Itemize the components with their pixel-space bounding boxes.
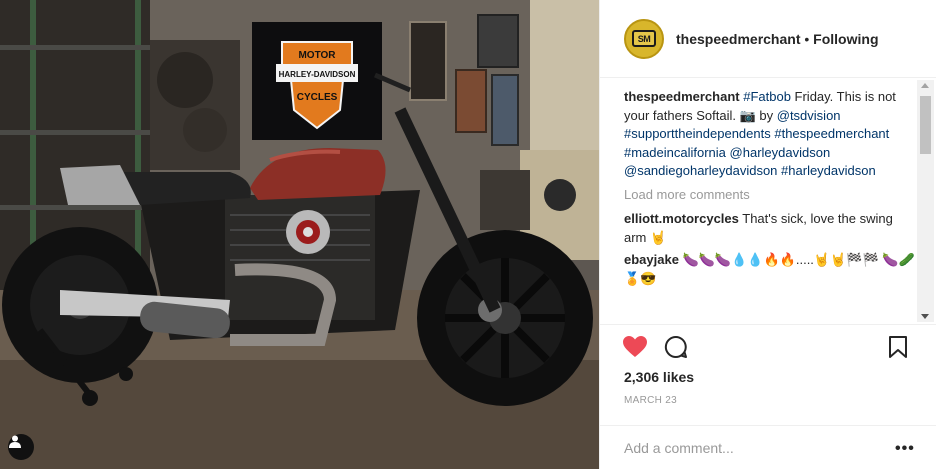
banner-text-bottom: CYCLES — [297, 92, 338, 103]
scroll-up-arrow-icon[interactable] — [921, 83, 929, 88]
caption-username[interactable]: thespeedmerchant — [624, 89, 740, 104]
banner-text-top: MOTOR — [298, 50, 336, 61]
mention-tsdvision[interactable]: @tsdvision — [777, 108, 841, 123]
post-actions: 2,306 likes MARCH 23 ••• — [600, 324, 936, 469]
add-comment-bar: ••• — [600, 425, 936, 469]
scroll-thumb[interactable] — [920, 96, 931, 154]
header-separator: • — [800, 30, 814, 47]
post-date: MARCH 23 — [624, 395, 677, 406]
comment-username[interactable]: ebayjake — [624, 252, 679, 267]
hashtag-supporttheindependents[interactable]: #supporttheindependents — [624, 126, 771, 141]
post-header: SM thespeedmerchant • Following — [600, 0, 936, 78]
load-more-comments[interactable]: Load more comments — [624, 186, 916, 205]
motorcycle-photo: MOTOR HARLEY-DAVIDSON CYCLES — [0, 0, 599, 469]
scroll-down-arrow-icon[interactable] — [921, 314, 929, 319]
banner-text-mid: HARLEY-DAVIDSON — [279, 70, 356, 79]
comment-item: ebayjake 🍆🍆🍆💧💧🔥🔥.....🤘🤘🏁🏁 🍆🥒🏅😎 — [624, 251, 916, 288]
comments-scrollbar[interactable] — [917, 80, 934, 322]
user-tag-icon[interactable] — [8, 434, 34, 460]
hashtag-thespeedmerchant[interactable]: #thespeedmerchant — [774, 126, 889, 141]
mention-harleydavidson[interactable]: @harleydavidson — [730, 145, 831, 160]
follow-button[interactable]: Following — [813, 31, 878, 47]
more-options-icon[interactable]: ••• — [895, 440, 915, 458]
header-text: thespeedmerchant • Following — [676, 31, 879, 47]
post-image[interactable]: MOTOR HARLEY-DAVIDSON CYCLES — [0, 0, 599, 469]
likes-count[interactable]: 2,306 likes — [624, 369, 694, 385]
comment-icon[interactable] — [664, 335, 688, 364]
hashtag-fatbob[interactable]: #Fatbob — [743, 89, 791, 104]
avatar[interactable]: SM — [624, 18, 664, 59]
header-username[interactable]: thespeedmerchant — [676, 31, 800, 47]
caption: thespeedmerchant #Fatbob Friday. This is… — [624, 88, 916, 181]
heart-icon[interactable] — [622, 335, 648, 364]
avatar-logo: SM — [632, 30, 656, 47]
mention-sandiegoharleydavidson[interactable]: @sandiegoharleydavidson — [624, 163, 777, 178]
add-comment-input[interactable] — [624, 436, 874, 460]
comment-item: elliott.motorcycles That's sick, love th… — [624, 210, 916, 247]
hashtag-harleydavidson[interactable]: #harleydavidson — [781, 163, 876, 178]
comment-username[interactable]: elliott.motorcycles — [624, 211, 739, 226]
post-side-panel: SM thespeedmerchant • Following thespeed… — [599, 0, 936, 469]
hashtag-madeincalifornia[interactable]: #madeincalifornia — [624, 145, 726, 160]
bookmark-icon[interactable] — [888, 335, 908, 364]
comments-list: thespeedmerchant #Fatbob Friday. This is… — [624, 88, 916, 322]
